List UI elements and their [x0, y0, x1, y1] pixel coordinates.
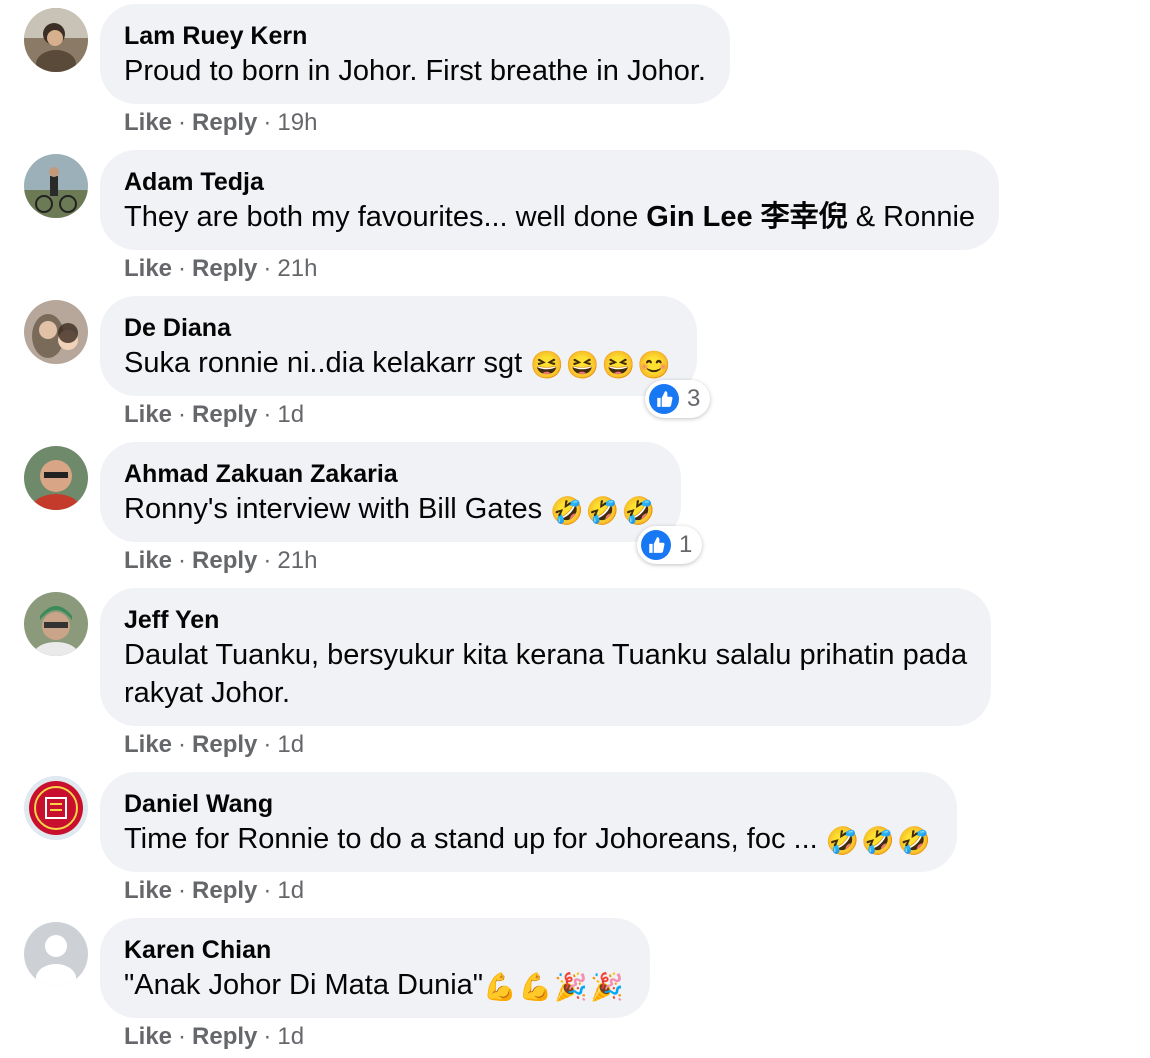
- comment-text-line: rakyat Johor.: [124, 677, 291, 709]
- comment-bubble: Karen Chian "Anak Johor Di Mata Dunia"💪💪…: [100, 918, 650, 1018]
- thumbs-up-icon: [641, 530, 671, 560]
- reply-button[interactable]: Reply: [192, 547, 257, 574]
- like-button[interactable]: Like: [124, 255, 172, 282]
- comment-time[interactable]: 19h: [277, 109, 317, 136]
- reaction-badge[interactable]: 1: [637, 526, 703, 564]
- like-button[interactable]: Like: [124, 1023, 172, 1050]
- avatar[interactable]: [24, 8, 88, 72]
- profile-photo-icon: [24, 446, 88, 510]
- comment-actions: Like · Reply · 1d: [124, 401, 305, 428]
- reply-button[interactable]: Reply: [192, 255, 257, 282]
- thumbs-up-icon: [649, 384, 679, 414]
- comment-author[interactable]: Jeff Yen: [124, 604, 967, 636]
- comment-bubble: De Diana Suka ronnie ni..dia kelakarr sg…: [100, 296, 697, 396]
- comment-text: Suka ronnie ni..dia kelakarr sgt 😆😆😆😊: [124, 344, 673, 382]
- reaction-count: 1: [679, 531, 693, 558]
- comment-actions: Like · Reply · 21h: [124, 255, 318, 282]
- comment-actions: Like · Reply · 1d: [124, 731, 305, 758]
- comment-actions: Like · Reply · 1d: [124, 1023, 305, 1050]
- avatar[interactable]: [24, 446, 88, 510]
- reply-button[interactable]: Reply: [192, 731, 257, 758]
- comment-author[interactable]: De Diana: [124, 312, 673, 344]
- comment-actions: Like · Reply · 1d: [124, 877, 305, 904]
- profile-photo-icon: [24, 592, 88, 656]
- comment-text-part: Suka ronnie ni..dia kelakarr sgt: [124, 347, 523, 379]
- comment-bubble: Ahmad Zakuan Zakaria Ronny's interview w…: [100, 442, 682, 542]
- comment-actions: Like · Reply · 21h: [124, 547, 318, 574]
- reaction-count: 3: [687, 385, 701, 412]
- comment-text-part: "Anak Johor Di Mata Dunia": [124, 969, 484, 1001]
- emoji-group: 😆😆😆😊: [530, 350, 673, 380]
- comment-text: Time for Ronnie to do a stand up for Joh…: [124, 820, 933, 858]
- like-button[interactable]: Like: [124, 877, 172, 904]
- comment-time[interactable]: 1d: [277, 1023, 304, 1050]
- comment-text-part: Ronny's interview with Bill Gates: [124, 493, 543, 525]
- comment-bubble: Lam Ruey Kern Proud to born in Johor. Fi…: [100, 4, 730, 104]
- avatar[interactable]: [24, 922, 88, 986]
- profile-photo-icon: [24, 300, 88, 364]
- comment-time[interactable]: 21h: [277, 255, 317, 282]
- comment-time[interactable]: 1d: [277, 401, 304, 428]
- avatar[interactable]: [24, 300, 88, 364]
- comment-text-part: Time for Ronnie to do a stand up for Joh…: [124, 823, 818, 855]
- comment-bubble: Adam Tedja They are both my favourites..…: [100, 150, 1000, 250]
- profile-photo-icon: [24, 154, 88, 218]
- mention-link[interactable]: Gin Lee 李幸倪: [646, 201, 847, 233]
- comment-text-part: They are both my favourites... well done: [124, 201, 647, 233]
- comment-author[interactable]: Ahmad Zakuan Zakaria: [124, 458, 657, 490]
- comment-text: Daulat Tuanku, bersyukur kita kerana Tua…: [124, 636, 967, 712]
- comment-text-line: Daulat Tuanku, bersyukur kita kerana Tua…: [124, 639, 968, 671]
- like-button[interactable]: Like: [124, 547, 172, 574]
- avatar[interactable]: [24, 154, 88, 218]
- comment-bubble: Daniel Wang Time for Ronnie to do a stan…: [100, 772, 957, 872]
- comment-author[interactable]: Lam Ruey Kern: [124, 20, 706, 52]
- comment-author[interactable]: Karen Chian: [124, 934, 626, 966]
- reply-button[interactable]: Reply: [192, 877, 257, 904]
- comment-author[interactable]: Daniel Wang: [124, 788, 933, 820]
- comment-text: "Anak Johor Di Mata Dunia"💪💪🎉🎉: [124, 966, 626, 1004]
- reaction-badge[interactable]: 3: [645, 380, 711, 418]
- profile-photo-icon: [24, 8, 88, 72]
- default-avatar-icon: [24, 922, 88, 986]
- like-button[interactable]: Like: [124, 401, 172, 428]
- club-crest-icon: [24, 776, 88, 840]
- comment-text: They are both my favourites... well done…: [124, 198, 975, 236]
- comment-text-part: & Ronnie: [847, 201, 976, 233]
- reply-button[interactable]: Reply: [192, 109, 257, 136]
- like-button[interactable]: Like: [124, 731, 172, 758]
- like-button[interactable]: Like: [124, 109, 172, 136]
- reply-button[interactable]: Reply: [192, 1023, 257, 1050]
- comment-author[interactable]: Adam Tedja: [124, 166, 975, 198]
- avatar[interactable]: [24, 776, 88, 840]
- comment-bubble: Jeff Yen Daulat Tuanku, bersyukur kita k…: [100, 588, 992, 726]
- emoji-group: 🤣🤣🤣: [825, 826, 933, 856]
- comment-time[interactable]: 1d: [277, 877, 304, 904]
- comment-actions: Like · Reply · 19h: [124, 109, 318, 136]
- comment-time[interactable]: 1d: [277, 731, 304, 758]
- emoji-group: 💪💪🎉🎉: [483, 972, 626, 1002]
- reply-button[interactable]: Reply: [192, 401, 257, 428]
- avatar[interactable]: [24, 592, 88, 656]
- comment-text: Ronny's interview with Bill Gates 🤣🤣🤣: [124, 490, 657, 528]
- emoji-group: 🤣🤣🤣: [550, 496, 658, 526]
- comment-text: Proud to born in Johor. First breathe in…: [124, 55, 706, 87]
- comment-time[interactable]: 21h: [277, 547, 317, 574]
